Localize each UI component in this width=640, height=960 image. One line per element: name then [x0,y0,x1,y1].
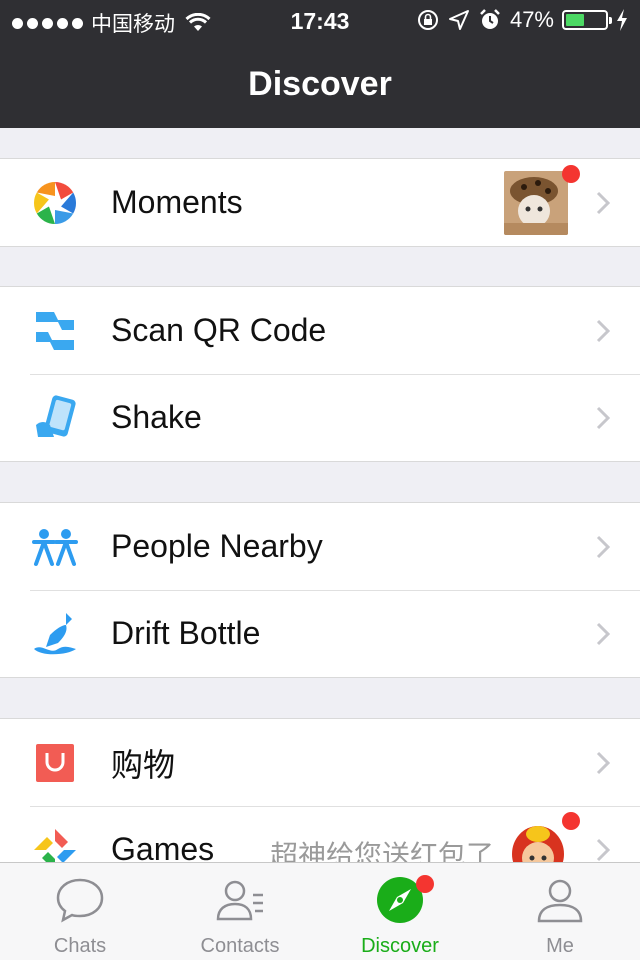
tab-discover[interactable]: Discover [320,863,480,960]
cell-drift-bottle[interactable]: Drift Bottle [0,590,640,677]
location-arrow-icon [448,10,469,30]
tab-label: Contacts [200,935,280,957]
cell-shake[interactable]: Shake [0,374,640,461]
moments-badge [562,165,580,183]
group-nearby-bottle: People Nearby Drift Bottle [0,502,640,678]
charging-bolt-icon [617,9,627,31]
status-right: 47% [416,7,628,33]
cell-shopping[interactable]: 购物 [0,719,640,806]
chevron-right-icon [596,838,610,862]
tab-me[interactable]: Me [480,863,640,960]
chevron-right-icon [596,751,610,775]
rotation-lock-icon [417,10,438,30]
drift-bottle-icon [34,613,76,655]
battery-icon [562,10,612,30]
chevron-right-icon [596,622,610,646]
group-scan-shake: Scan QR Code Shake [0,286,640,462]
chevron-right-icon [596,191,610,215]
page-title: Discover [248,65,392,103]
tab-contacts[interactable]: Contacts [160,863,320,960]
chat-bubble-icon [56,878,104,923]
person-icon [537,879,583,923]
tab-label: Chats [53,935,107,957]
tab-label: Discover [361,935,439,957]
chevron-right-icon [596,319,610,343]
tab-label: Me [546,935,574,957]
shake-icon [36,395,76,437]
chevron-right-icon [596,406,610,430]
cell-label: 购物 [111,745,176,784]
people-nearby-icon [32,529,78,566]
cell-label: Drift Bottle [111,615,261,651]
moments-icon [33,182,77,224]
cell-label: Moments [111,184,243,220]
alarm-icon [480,9,500,29]
games-badge [562,812,580,830]
chevron-right-icon [596,535,610,559]
cell-people-nearby[interactable]: People Nearby [0,503,640,590]
cell-label: Shake [111,399,202,435]
tab-bar: Chats Contacts Discover Me [0,862,640,960]
shopping-icon [36,744,74,782]
moments-thumbnail [504,171,568,235]
scan-qr-icon [36,312,74,350]
tab-chats[interactable]: Chats [0,863,160,960]
navigation-bar: Discover [0,40,640,128]
discover-tab-badge [416,875,434,893]
battery-percent: 47% [509,7,554,32]
cell-label: People Nearby [111,528,323,564]
status-bar: 中国移动 17:43 47% [0,0,640,40]
battery-fill [566,14,584,26]
cell-label: Scan QR Code [111,312,327,348]
cell-scan-qr[interactable]: Scan QR Code [0,287,640,374]
contacts-icon [216,880,263,921]
group-moments: Moments [0,158,640,247]
cell-moments[interactable]: Moments [0,159,640,246]
